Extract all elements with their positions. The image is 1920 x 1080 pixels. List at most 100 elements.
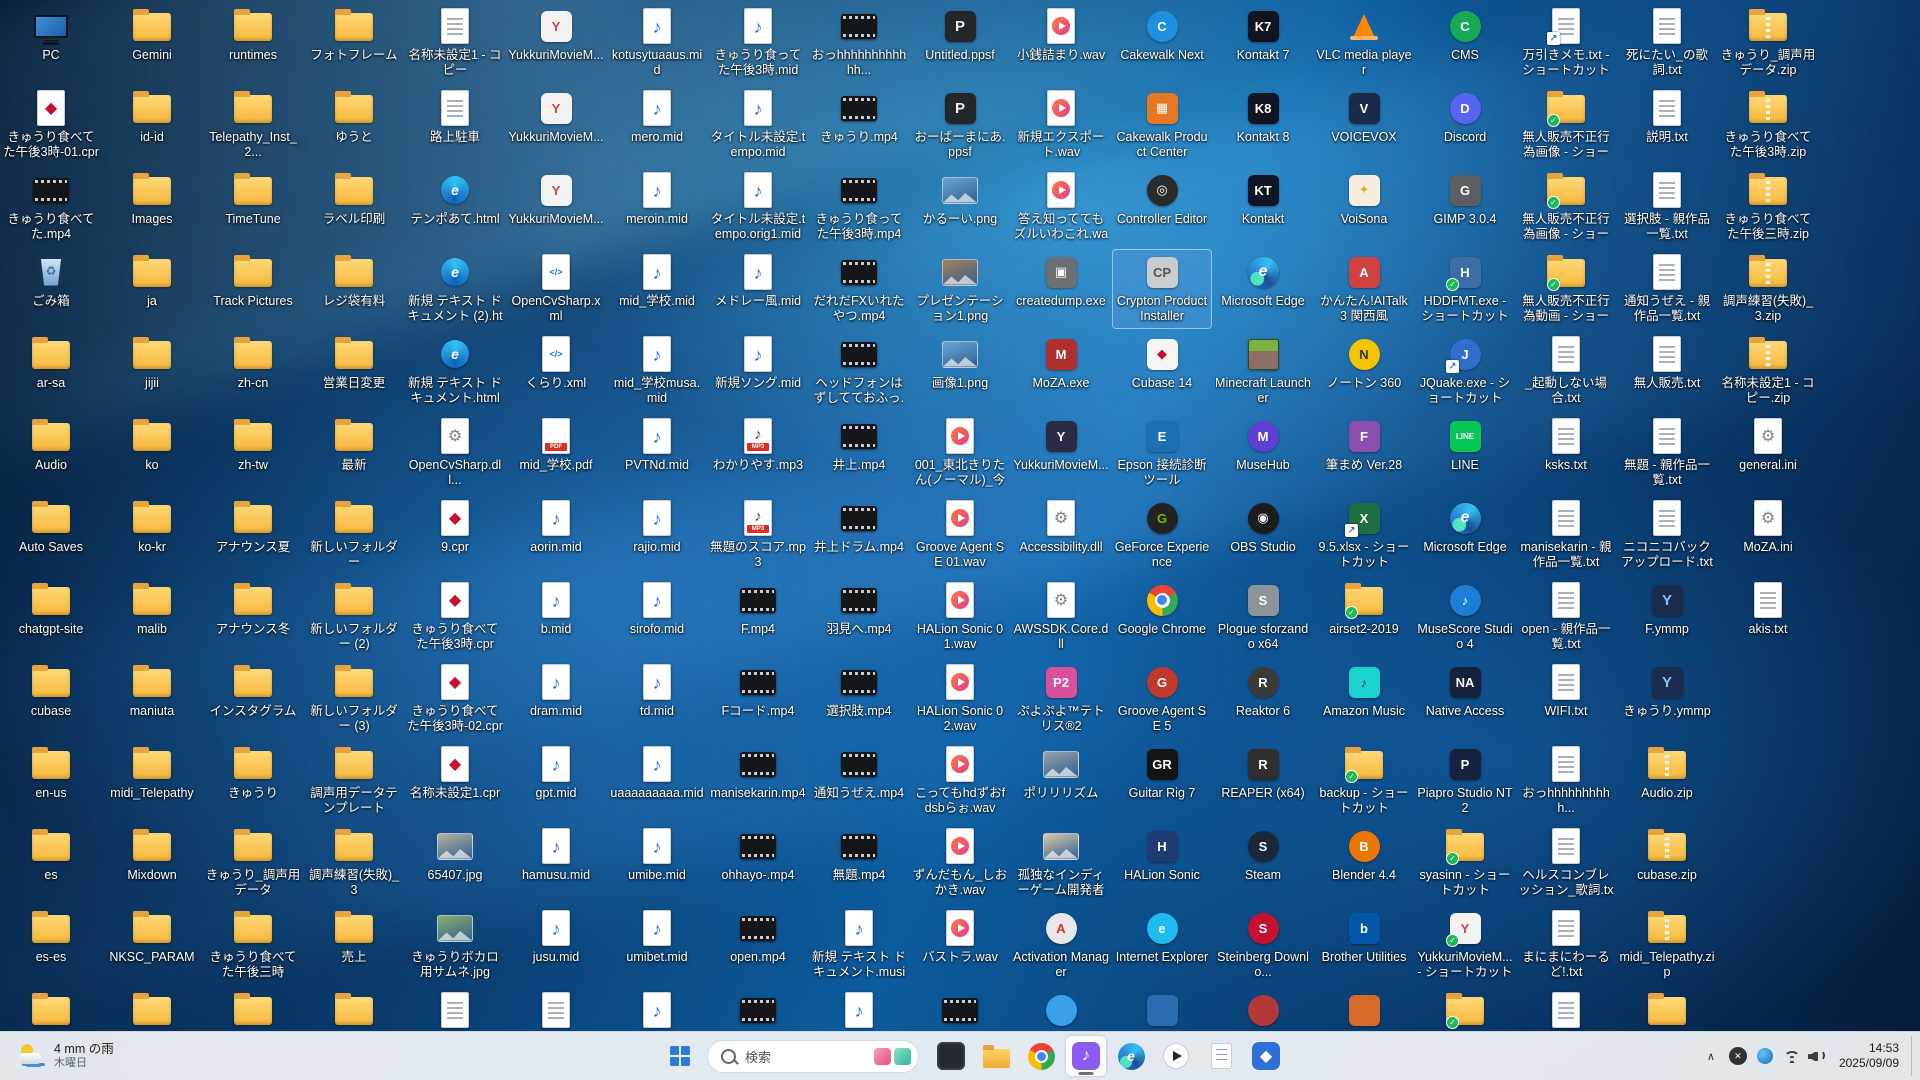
desktop-icon[interactable]: ♪uaaaaaaaaa.mid (608, 742, 706, 820)
desktop-icon[interactable]: 通知うぜえ - 親作品一覧.txt (1618, 250, 1716, 328)
file-explorer-taskbar-button[interactable] (976, 1036, 1016, 1076)
microsoft-edge-taskbar-button[interactable] (1111, 1036, 1151, 1076)
desktop-icon[interactable]: ar-sa (2, 332, 100, 410)
desktop-icon[interactable]: id-id (103, 86, 201, 164)
desktop-icon[interactable]: malib (103, 578, 201, 656)
desktop-icon[interactable]: CPCrypton Product Installer (1113, 250, 1211, 328)
dev-app-taskbar-button[interactable]: ◆ (1246, 1036, 1286, 1076)
desktop-icon[interactable]: ♪タイトル未設定.tempo.orig1.mid (709, 168, 807, 246)
desktop-icon[interactable]: ゆうと (305, 86, 403, 164)
google-chrome-taskbar-button[interactable] (1021, 1036, 1061, 1076)
desktop-icon[interactable]: ✓airset2-2019 (1315, 578, 1413, 656)
desktop-icon[interactable]: AActivation Manager (1012, 906, 1110, 984)
desktop-icon[interactable]: manisekarin - 親作品一覧.txt (1517, 496, 1615, 574)
desktop-icon[interactable]: ♪Amazon Music (1315, 660, 1413, 738)
desktop-icon[interactable]: ♪mero.mid (608, 86, 706, 164)
desktop-icon[interactable]: ◆きゅうり食べてた午後3時-02.cpr (406, 660, 504, 738)
desktop-icon[interactable]: NKSC_PARAM (103, 906, 201, 984)
desktop-icon[interactable]: ♪MP3わかりやす.mp3 (709, 414, 807, 492)
desktop-icon[interactable]: ♪dram.mid (507, 660, 605, 738)
desktop-icon[interactable]: eテンポあて.html (406, 168, 504, 246)
desktop-icon[interactable]: 選択肢.mp4 (810, 660, 908, 738)
desktop-icon[interactable]: きゅうり.mp4 (810, 86, 908, 164)
desktop-icon[interactable]: eMicrosoft Edge (1214, 250, 1312, 328)
desktop-icon[interactable]: GRGuitar Rig 7 (1113, 742, 1211, 820)
desktop-icon[interactable]: ♪MP3無題のスコア.mp3 (709, 496, 807, 574)
desktop-icon[interactable]: 画像1.png (911, 332, 1009, 410)
desktop-icon[interactable]: ◆9.cpr (406, 496, 504, 574)
desktop-icon[interactable]: BBlender 4.4 (1315, 824, 1413, 902)
desktop-icon[interactable]: K8Kontakt 8 (1214, 86, 1312, 164)
desktop-icon[interactable]: 説明.txt (1618, 86, 1716, 164)
network-volume-flyout-button[interactable] (1778, 1036, 1830, 1076)
desktop-icon[interactable]: 死にたい_の歌詞.txt (1618, 4, 1716, 82)
desktop-icon[interactable]: maniuta (103, 660, 201, 738)
desktop-icon[interactable]: ♪umibe.mid (608, 824, 706, 902)
desktop-icon[interactable]: Audio.zip (1618, 742, 1716, 820)
desktop-icon[interactable]: ko (103, 414, 201, 492)
desktop-icon[interactable]: ♪sirofo.mid (608, 578, 706, 656)
desktop-icon[interactable]: きゅうり食べてた午後三時.zip (1719, 168, 1817, 246)
desktop-icon[interactable]: PC (2, 4, 100, 82)
desktop-icon[interactable]: LINELINE (1416, 414, 1514, 492)
desktop-icon[interactable]: YYukkuriMovieM... (507, 168, 605, 246)
tray-app-x-button[interactable]: ✕ (1724, 1036, 1752, 1076)
hidden-icons-button[interactable]: ∧ (1698, 1036, 1724, 1076)
desktop-icon[interactable]: J↗JQuake.exe - ショートカット (1416, 332, 1514, 410)
desktop-icon[interactable]: アナウンス夏 (204, 496, 302, 574)
desktop-icon[interactable]: YYukkuriMovieM... (507, 4, 605, 82)
desktop-icon[interactable]: e新規 テキスト ドキュメント.html (406, 332, 504, 410)
desktop-icon[interactable]: 新しいフォルダー (3) (305, 660, 403, 738)
desktop-icon[interactable]: 調声用データテンプレート (305, 742, 403, 820)
desktop-icon[interactable]: midi_Telepathy.zip (1618, 906, 1716, 984)
desktop-icon[interactable]: open.mp4 (709, 906, 807, 984)
desktop-icon[interactable]: ✓syasinn - ショートカット (1416, 824, 1514, 902)
desktop-icon[interactable]: HHALion Sonic (1113, 824, 1211, 902)
desktop-icon[interactable]: Aかんたん!AITalk 3 関西風 (1315, 250, 1413, 328)
desktop-icon[interactable]: 井上.mp4 (810, 414, 908, 492)
desktop-icon[interactable]: jijii (103, 332, 201, 410)
desktop-icon[interactable]: きゅうり (204, 742, 302, 820)
desktop-icon[interactable]: Telepathy_Inst_2... (204, 86, 302, 164)
desktop-icon[interactable]: TimeTune (204, 168, 302, 246)
desktop-icon[interactable]: ◉OBS Studio (1214, 496, 1312, 574)
desktop-icon[interactable]: 調声練習(失敗)_3 (305, 824, 403, 902)
desktop-icon[interactable]: おっhhhhhhhhhhhh... (810, 4, 908, 82)
desktop-icon[interactable]: e新規 テキスト ドキュメント (2).html (406, 250, 504, 328)
desktop-icon[interactable]: en-us (2, 742, 100, 820)
desktop-icon[interactable]: ◆きゅうり食べてた午後3時.cpr (406, 578, 504, 656)
tray-app-blue-button[interactable] (1752, 1036, 1778, 1076)
desktop-icon[interactable]: ♪mid_学校musa.mid (608, 332, 706, 410)
desktop-icon[interactable]: open - 親作品一覧.txt (1517, 578, 1615, 656)
desktop-icon[interactable]: EEpson 接続診断ツール (1113, 414, 1211, 492)
desktop-icon[interactable]: Gemini (103, 4, 201, 82)
desktop-icon[interactable]: 新しいフォルダー (2) (305, 578, 403, 656)
desktop-icon[interactable]: ⚙MoZA.ini (1719, 496, 1817, 574)
desktop-icon[interactable]: eInternet Explorer (1113, 906, 1211, 984)
desktop-icon[interactable]: 小銭詰まり.wav (1012, 4, 1110, 82)
desktop-icon[interactable]: Y✓YukkuriMovieM... - ショートカット (1416, 906, 1514, 984)
desktop-icon[interactable]: ⚙Accessibility.dll (1012, 496, 1110, 574)
desktop-icon[interactable]: ✦VoiSona (1315, 168, 1413, 246)
desktop-icon[interactable]: Track Pictures (204, 250, 302, 328)
desktop-icon[interactable]: 通知うぜえ.mp4 (810, 742, 908, 820)
desktop-icon[interactable]: バストラ.wav (911, 906, 1009, 984)
desktop-icon[interactable]: ✓無人販売不正行為画像 - ショートカット (1517, 168, 1615, 246)
desktop-icon[interactable]: _起動しない場合.txt (1517, 332, 1615, 410)
desktop-icon[interactable]: ✓無人販売不正行為画像 - ショートカッ... (1517, 86, 1615, 164)
desktop-icon[interactable]: ↗万引きメモ.txt - ショートカット (1517, 4, 1615, 82)
desktop-icon[interactable]: ♪hamusu.mid (507, 824, 605, 902)
desktop-icon[interactable]: midi_Telepathy (103, 742, 201, 820)
media-player-taskbar-button[interactable] (1156, 1036, 1196, 1076)
desktop-icon[interactable]: アナウンス冬 (204, 578, 302, 656)
desktop-icon[interactable]: SSteinberg Downlo... (1214, 906, 1312, 984)
desktop-icon[interactable]: ksks.txt (1517, 414, 1615, 492)
desktop-icon[interactable]: ラベル印刷 (305, 168, 403, 246)
desktop-icon[interactable]: YF.ymmp (1618, 578, 1716, 656)
desktop-icon[interactable]: WIFI.txt (1517, 660, 1615, 738)
desktop-icon[interactable]: ✓無人販売不正行為動画 - ショートカット (1517, 250, 1615, 328)
desktop-icon[interactable]: ♪メドレー風.mid (709, 250, 807, 328)
desktop-icon[interactable]: 羽見へ.mp4 (810, 578, 908, 656)
desktop-icon[interactable]: ♪新規 テキスト ドキュメント.musicxml (810, 906, 908, 984)
desktop-icon[interactable]: manisekarin.mp4 (709, 742, 807, 820)
